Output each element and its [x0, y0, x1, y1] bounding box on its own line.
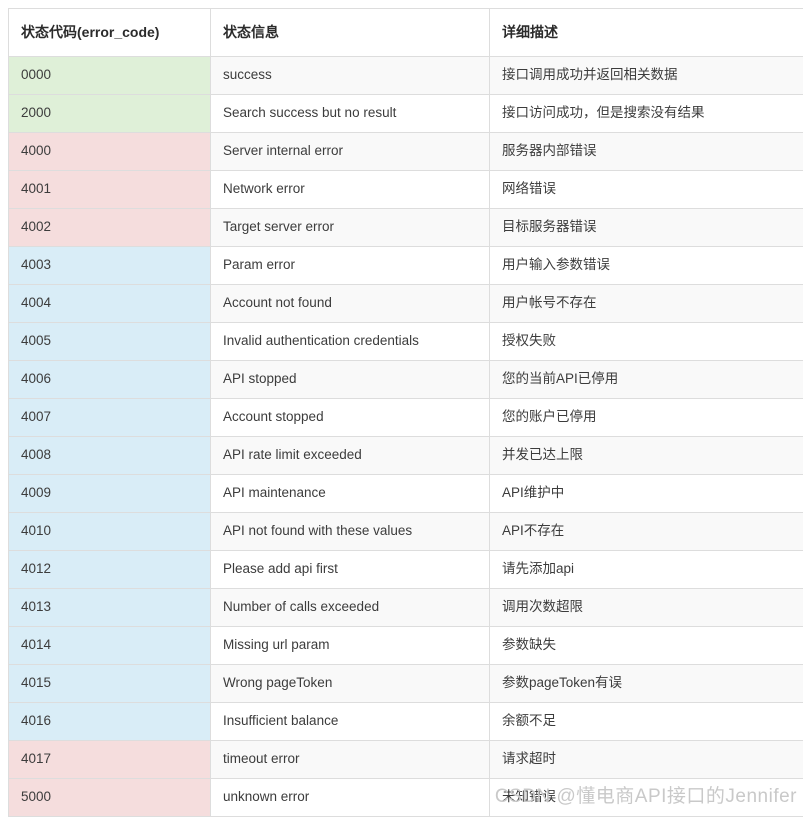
cell-status-message: API not found with these values	[211, 513, 490, 551]
cell-error-code: 4000	[9, 133, 211, 171]
table-row: 4006API stopped您的当前API已停用	[9, 361, 803, 399]
cell-error-code: 4009	[9, 475, 211, 513]
cell-error-code: 4012	[9, 551, 211, 589]
cell-error-code: 4008	[9, 437, 211, 475]
cell-status-message: Network error	[211, 171, 490, 209]
cell-description: API维护中	[490, 475, 803, 513]
cell-error-code: 4002	[9, 209, 211, 247]
cell-description: 接口调用成功并返回相关数据	[490, 57, 803, 95]
cell-error-code: 4014	[9, 627, 211, 665]
cell-status-message: Param error	[211, 247, 490, 285]
table-row: 4016Insufficient balance余额不足	[9, 703, 803, 741]
cell-status-message: API stopped	[211, 361, 490, 399]
cell-status-message: success	[211, 57, 490, 95]
cell-description: 请求超时	[490, 741, 803, 779]
table-row: 4012Please add api first请先添加api	[9, 551, 803, 589]
cell-status-message: Invalid authentication credentials	[211, 323, 490, 361]
cell-description: 参数缺失	[490, 627, 803, 665]
table-row: 4013Number of calls exceeded调用次数超限	[9, 589, 803, 627]
cell-error-code: 5000	[9, 779, 211, 817]
cell-error-code: 2000	[9, 95, 211, 133]
cell-description: 调用次数超限	[490, 589, 803, 627]
table-row: 4003Param error用户输入参数错误	[9, 247, 803, 285]
cell-description: API不存在	[490, 513, 803, 551]
cell-error-code: 4001	[9, 171, 211, 209]
cell-description: 授权失败	[490, 323, 803, 361]
error-code-table: 状态代码(error_code) 状态信息 详细描述 0000success接口…	[8, 8, 803, 817]
cell-description: 接口访问成功，但是搜索没有结果	[490, 95, 803, 133]
column-header-error-code: 状态代码(error_code)	[9, 9, 211, 57]
table-row: 4001Network error网络错误	[9, 171, 803, 209]
table-row: 5000unknown error未知错误	[9, 779, 803, 817]
cell-status-message: Server internal error	[211, 133, 490, 171]
cell-status-message: unknown error	[211, 779, 490, 817]
cell-error-code: 4004	[9, 285, 211, 323]
cell-description: 用户帐号不存在	[490, 285, 803, 323]
cell-status-message: Search success but no result	[211, 95, 490, 133]
table-row: 0000success接口调用成功并返回相关数据	[9, 57, 803, 95]
cell-description: 用户输入参数错误	[490, 247, 803, 285]
cell-status-message: Missing url param	[211, 627, 490, 665]
cell-status-message: Target server error	[211, 209, 490, 247]
column-header-status-message: 状态信息	[211, 9, 490, 57]
cell-status-message: Account not found	[211, 285, 490, 323]
table-row: 4009API maintenanceAPI维护中	[9, 475, 803, 513]
table-header-row: 状态代码(error_code) 状态信息 详细描述	[9, 9, 803, 57]
cell-error-code: 4013	[9, 589, 211, 627]
cell-description: 您的账户已停用	[490, 399, 803, 437]
cell-status-message: Please add api first	[211, 551, 490, 589]
cell-status-message: Account stopped	[211, 399, 490, 437]
cell-status-message: API maintenance	[211, 475, 490, 513]
cell-description: 网络错误	[490, 171, 803, 209]
table-row: 4010API not found with these valuesAPI不存…	[9, 513, 803, 551]
column-header-description: 详细描述	[490, 9, 803, 57]
table-row: 4002Target server error目标服务器错误	[9, 209, 803, 247]
table-row: 4004Account not found用户帐号不存在	[9, 285, 803, 323]
cell-status-message: Wrong pageToken	[211, 665, 490, 703]
cell-error-code: 4015	[9, 665, 211, 703]
cell-error-code: 4010	[9, 513, 211, 551]
table-row: 4015Wrong pageToken参数pageToken有误	[9, 665, 803, 703]
cell-description: 未知错误	[490, 779, 803, 817]
cell-description: 请先添加api	[490, 551, 803, 589]
table-row: 4008API rate limit exceeded并发已达上限	[9, 437, 803, 475]
table-row: 2000Search success but no result接口访问成功，但…	[9, 95, 803, 133]
cell-error-code: 4017	[9, 741, 211, 779]
table-row: 4007Account stopped您的账户已停用	[9, 399, 803, 437]
cell-description: 您的当前API已停用	[490, 361, 803, 399]
cell-error-code: 4005	[9, 323, 211, 361]
cell-status-message: Insufficient balance	[211, 703, 490, 741]
page-container: 状态代码(error_code) 状态信息 详细描述 0000success接口…	[0, 0, 803, 812]
table-row: 4014Missing url param参数缺失	[9, 627, 803, 665]
cell-status-message: timeout error	[211, 741, 490, 779]
cell-error-code: 4003	[9, 247, 211, 285]
cell-description: 余额不足	[490, 703, 803, 741]
cell-error-code: 4006	[9, 361, 211, 399]
table-row: 4000Server internal error服务器内部错误	[9, 133, 803, 171]
cell-status-message: Number of calls exceeded	[211, 589, 490, 627]
cell-description: 参数pageToken有误	[490, 665, 803, 703]
cell-error-code: 4007	[9, 399, 211, 437]
cell-description: 目标服务器错误	[490, 209, 803, 247]
table-body: 0000success接口调用成功并返回相关数据2000Search succe…	[9, 57, 803, 817]
cell-description: 服务器内部错误	[490, 133, 803, 171]
table-header: 状态代码(error_code) 状态信息 详细描述	[9, 9, 803, 57]
cell-error-code: 0000	[9, 57, 211, 95]
cell-status-message: API rate limit exceeded	[211, 437, 490, 475]
table-row: 4005Invalid authentication credentials授权…	[9, 323, 803, 361]
table-row: 4017timeout error请求超时	[9, 741, 803, 779]
cell-error-code: 4016	[9, 703, 211, 741]
cell-description: 并发已达上限	[490, 437, 803, 475]
